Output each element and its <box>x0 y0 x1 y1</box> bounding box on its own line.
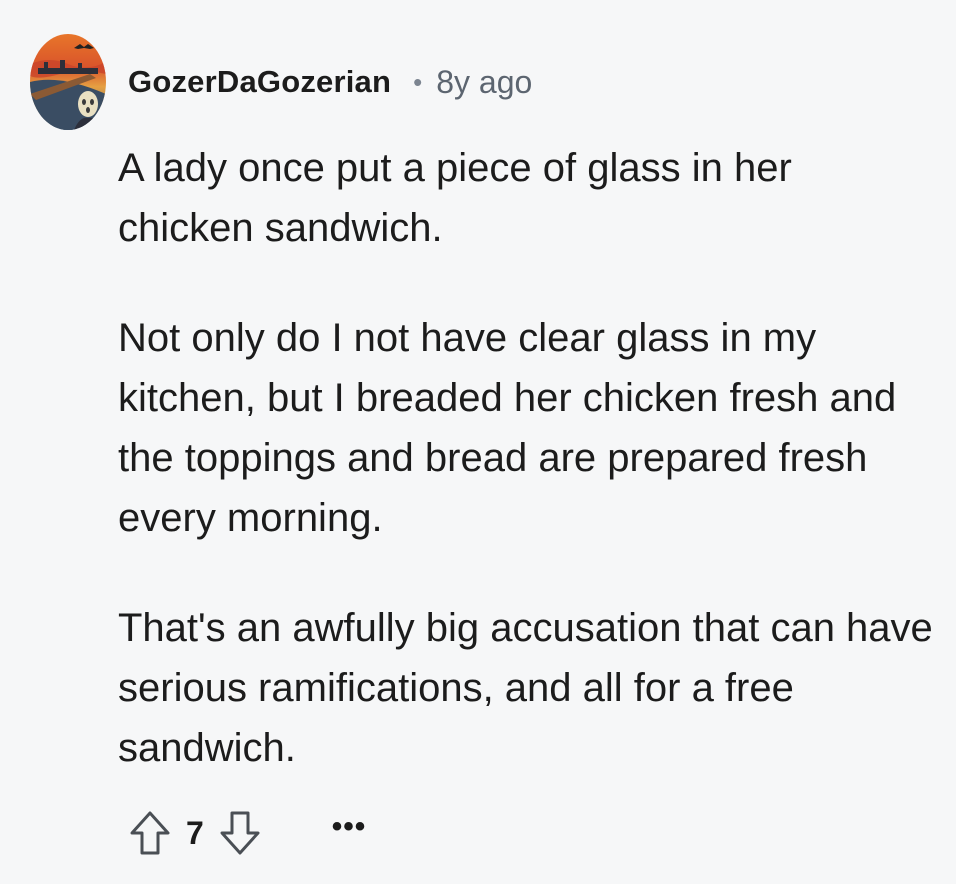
vote-score: 7 <box>186 814 204 851</box>
comment-paragraph: That's an awfully big accusation that ca… <box>118 606 933 770</box>
more-options-icon[interactable]: ••• <box>332 812 367 854</box>
avatar-image <box>30 34 106 130</box>
downvote-icon[interactable] <box>218 809 262 857</box>
comment-header: GozerDaGozerian • 8y ago <box>30 34 532 130</box>
username[interactable]: GozerDaGozerian <box>128 64 391 100</box>
comment-card: GozerDaGozerian • 8y ago A lady once put… <box>0 0 956 884</box>
separator-dot: • <box>413 66 423 97</box>
comment-actions: 7 ••• <box>128 806 366 860</box>
upvote-icon[interactable] <box>128 809 172 857</box>
comment-paragraph: Not only do I not have clear glass in my… <box>118 316 897 540</box>
comment-body: A lady once put a piece of glass in her … <box>118 138 938 828</box>
timestamp: 8y ago <box>436 63 533 100</box>
avatar[interactable] <box>30 34 106 130</box>
comment-paragraph: A lady once put a piece of glass in her … <box>118 146 792 250</box>
